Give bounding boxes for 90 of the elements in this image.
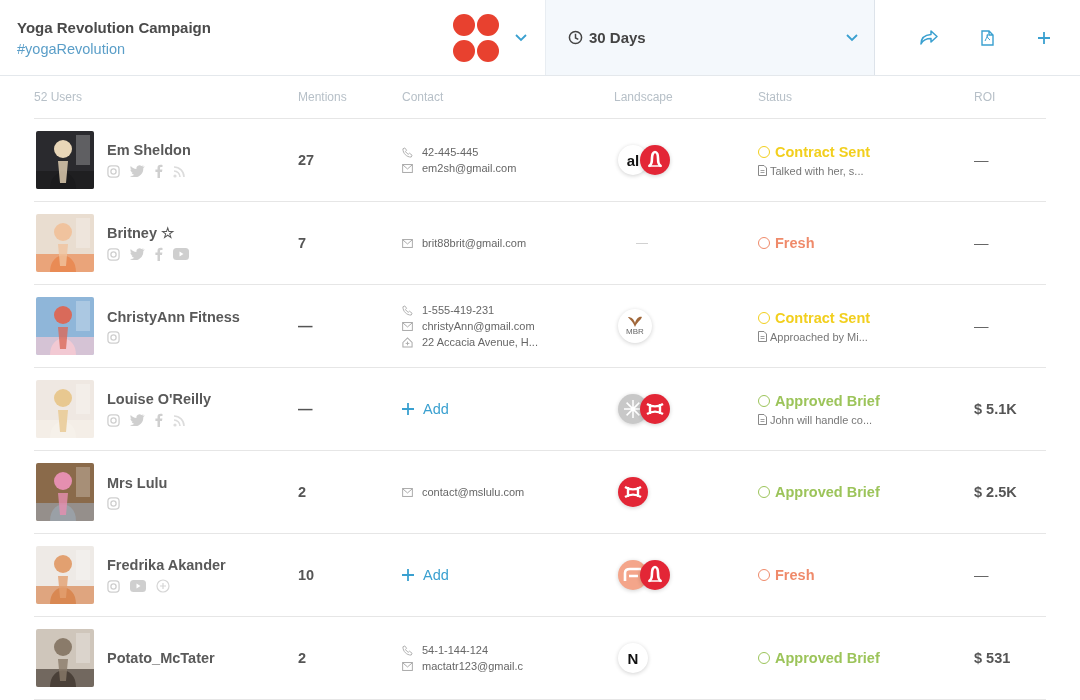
plus-icon — [402, 403, 414, 415]
status-label[interactable]: Fresh — [775, 567, 815, 583]
envelope-icon — [402, 238, 413, 248]
note-icon — [758, 165, 767, 176]
roi-value: — — [973, 318, 990, 334]
youtube-icon[interactable] — [173, 248, 189, 260]
mentions-count: 7 — [298, 235, 308, 251]
column-header: Status — [758, 90, 794, 104]
contact-detail: mactatr123@gmail.c — [422, 660, 524, 672]
column-header: ROI — [973, 90, 997, 104]
roi-value: $ 2.5K — [973, 484, 1018, 500]
status-label[interactable]: Approved Brief — [775, 392, 880, 409]
envelope-icon — [402, 321, 413, 331]
user-name[interactable]: Louise O'Reilly — [107, 391, 212, 407]
empty-dash: — — [635, 236, 648, 250]
twitter-bird-icon[interactable] — [130, 414, 145, 426]
instagram-icon[interactable] — [107, 247, 120, 261]
contact-detail: 54-1-144-124 — [422, 644, 489, 656]
column-header: Landscape — [613, 90, 674, 104]
envelope-icon — [402, 661, 413, 671]
instagram-icon[interactable] — [107, 579, 120, 593]
plus-icon — [402, 569, 414, 581]
contact-detail: brit88brit@gmail.com — [422, 237, 527, 249]
note-icon — [758, 414, 767, 425]
status-label[interactable]: Fresh — [775, 235, 815, 251]
user-name[interactable]: Em Sheldon — [107, 142, 191, 158]
share-icon[interactable] — [920, 29, 939, 46]
column-header: Contact — [402, 90, 445, 104]
mentions-count: — — [298, 401, 314, 417]
house-icon — [402, 336, 413, 348]
roi-value: — — [973, 235, 990, 251]
rss-icon[interactable] — [173, 164, 186, 178]
status-label[interactable]: Approved Brief — [775, 484, 880, 500]
facebook-icon[interactable] — [155, 164, 163, 178]
instagram-icon[interactable] — [107, 164, 120, 178]
pdf-icon[interactable] — [981, 29, 994, 46]
add-contact-button[interactable]: Add — [402, 567, 449, 583]
facebook-icon[interactable] — [155, 247, 163, 261]
facebook-icon[interactable] — [155, 413, 163, 427]
mentions-count: 10 — [298, 567, 316, 583]
user-name[interactable]: ChristyAnn Fitness — [107, 308, 240, 325]
campaign-logo — [453, 12, 499, 63]
add-social-icon[interactable] — [156, 579, 170, 593]
twitter-bird-icon[interactable] — [130, 165, 145, 177]
roi-value: — — [973, 567, 990, 583]
contact-detail: 1-555-419-231 — [422, 304, 495, 316]
status-note: John will handle co... — [770, 413, 873, 426]
date-range-dropdown[interactable]: 30 Days — [545, 0, 875, 75]
instagram-icon[interactable] — [107, 496, 120, 510]
twitter-bird-icon[interactable] — [130, 248, 145, 260]
mentions-count: 27 — [298, 152, 316, 168]
status-label[interactable]: Approved Brief — [775, 650, 880, 666]
contact-detail: contact@mslulu.com — [422, 486, 525, 498]
status-note: Approached by Mi... — [770, 330, 868, 343]
brand-logo: MBR — [618, 309, 652, 343]
mentions-count: 2 — [298, 650, 308, 666]
instagram-icon[interactable] — [107, 330, 120, 344]
roi-value: $ 5.1K — [973, 401, 1018, 417]
envelope-icon — [402, 487, 413, 497]
campaign-title: Yoga Revolution Campaign — [17, 18, 212, 36]
roi-value: — — [973, 152, 990, 168]
roi-value: $ 531 — [973, 650, 1012, 666]
brand-logo: N — [618, 643, 648, 673]
contact-detail: 22 Accacia Avenue, H... — [422, 336, 538, 348]
user-name[interactable]: Mrs Lulu — [107, 474, 168, 491]
youtube-icon[interactable] — [130, 580, 146, 592]
column-header: Mentions — [298, 90, 348, 104]
rss-icon[interactable] — [173, 413, 186, 427]
user-name[interactable]: Britney ☆ — [107, 225, 189, 241]
contact-detail: 42-445-445 — [422, 146, 479, 158]
envelope-icon — [402, 163, 413, 173]
caret-icon — [846, 33, 858, 42]
phone-icon — [402, 146, 413, 158]
phone-icon — [402, 644, 413, 656]
contact-detail: christyAnn@gmail.com — [422, 320, 535, 332]
user-name[interactable]: Fredrika Akander — [107, 557, 226, 573]
status-note: Talked with her, s... — [770, 164, 864, 177]
contact-detail: em2sh@gmail.com — [422, 162, 517, 174]
campaign-hashtag: #yogaRevolution — [17, 40, 127, 57]
note-icon — [758, 331, 767, 342]
column-header: 52 Users — [34, 90, 84, 104]
dropdown-caret-icon[interactable] — [515, 33, 527, 42]
user-name[interactable]: Potato_McTater — [107, 650, 215, 666]
add-contact-button[interactable]: Add — [402, 401, 449, 417]
mentions-count: 2 — [298, 484, 308, 500]
mentions-count: — — [298, 318, 314, 334]
add-icon[interactable] — [1036, 30, 1051, 45]
instagram-icon[interactable] — [107, 413, 120, 427]
phone-icon — [402, 304, 413, 316]
clock-icon — [568, 30, 583, 45]
